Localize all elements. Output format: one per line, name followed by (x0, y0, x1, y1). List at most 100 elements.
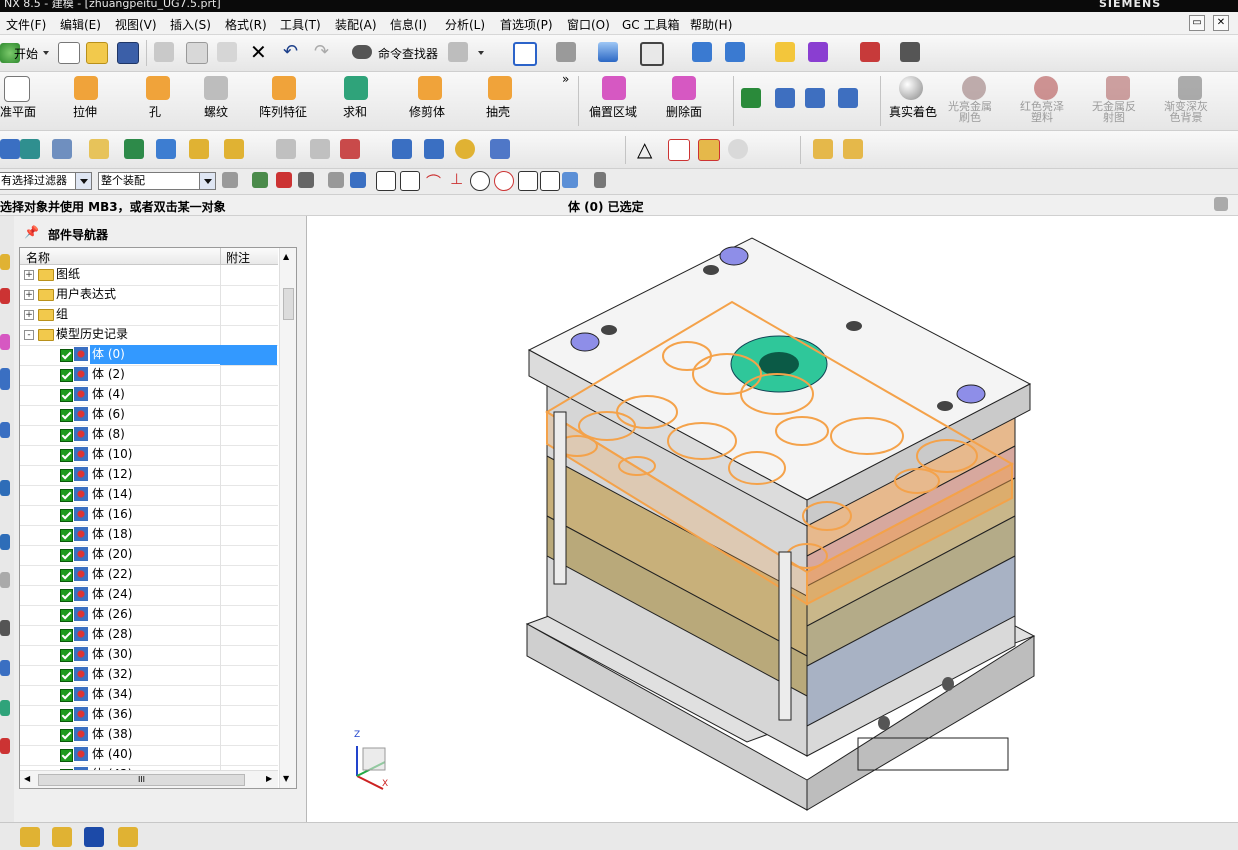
pattern-feature-button[interactable]: 阵列特征 (259, 103, 307, 120)
tree-body-row[interactable]: 体 (8) (20, 425, 278, 446)
tree-body-row[interactable]: 体 (14) (20, 485, 278, 506)
existing-point-icon[interactable] (518, 171, 538, 191)
menu-tools[interactable]: 工具(T) (280, 16, 321, 33)
shaded-cube-icon[interactable] (598, 42, 618, 62)
select-vertex-icon[interactable] (298, 172, 314, 188)
system-materials-icon[interactable] (0, 534, 10, 550)
grid-icon[interactable] (668, 139, 690, 161)
intersection-icon[interactable]: ⊥ (450, 170, 463, 188)
visibility-checkbox[interactable] (60, 349, 73, 362)
new-file-icon[interactable] (58, 42, 80, 64)
copy-icon[interactable] (186, 42, 208, 64)
show-hide-icon[interactable] (156, 139, 176, 159)
horizontal-scrollbar[interactable]: ◀ III ▶ (20, 770, 278, 788)
visibility-checkbox[interactable] (60, 449, 73, 462)
tree-body-row[interactable]: 体 (38) (20, 725, 278, 746)
open-folder-icon[interactable] (86, 42, 108, 64)
type-filter-dropdown[interactable]: 有选择过滤器 (0, 172, 92, 190)
layer-icon[interactable] (0, 139, 20, 159)
save-icon[interactable] (117, 42, 139, 64)
close-button[interactable]: ✕ (1213, 15, 1229, 31)
redo-icon[interactable]: ↷ (314, 41, 329, 62)
graphics-window[interactable]: Z X (307, 216, 1238, 822)
tree-folder-row[interactable]: + 用户表达式 (20, 285, 278, 306)
column-notes[interactable]: 附注 (226, 249, 250, 266)
new-component-icon[interactable] (52, 827, 72, 847)
chevron-down-icon[interactable] (43, 51, 49, 55)
sketch-icon[interactable] (310, 139, 330, 159)
delete-icon[interactable]: ✕ (250, 40, 267, 64)
visibility-checkbox[interactable] (60, 469, 73, 482)
visibility-checkbox[interactable] (60, 529, 73, 542)
shell-button[interactable]: 抽壳 (486, 103, 510, 120)
background-icon[interactable] (640, 42, 664, 66)
orient-view-icon[interactable] (556, 42, 576, 62)
visibility-checkbox[interactable] (60, 429, 73, 442)
tree-body-row[interactable]: 体 (18) (20, 525, 278, 546)
filter-reset-icon[interactable] (222, 172, 238, 188)
tools-icon[interactable] (490, 139, 510, 159)
visibility-checkbox[interactable] (60, 749, 73, 762)
render-style-icon[interactable] (448, 42, 468, 62)
tree-body-row[interactable]: 体 (10) (20, 445, 278, 466)
tree-body-row[interactable]: 体 (36) (20, 705, 278, 726)
tree-body-row[interactable]: 体 (4) (20, 385, 278, 406)
tree-body-row[interactable]: 体 (22) (20, 565, 278, 586)
tree-body-row[interactable]: 体 (34) (20, 685, 278, 706)
gradient-gray-button[interactable]: 渐变深灰 色背景 (1164, 101, 1208, 123)
history-icon[interactable] (0, 480, 10, 496)
visibility-checkbox[interactable] (60, 689, 73, 702)
chevron-down-icon[interactable] (75, 173, 91, 189)
add-component-icon[interactable] (20, 827, 40, 847)
chevron-down-icon[interactable] (199, 173, 215, 189)
mid-point-icon[interactable] (400, 171, 420, 191)
visibility-checkbox[interactable] (60, 369, 73, 382)
pin-icon[interactable]: 📌 (24, 225, 39, 239)
trim-body-button[interactable]: 修剪体 (409, 103, 445, 120)
measure-angle-icon[interactable] (860, 42, 880, 62)
web-browser-icon[interactable] (0, 422, 10, 438)
hole-button[interactable]: 孔 (149, 103, 161, 120)
assembly-navigator-icon[interactable] (0, 254, 10, 270)
menu-information[interactable]: 信息(I) (390, 16, 427, 33)
tree-body-row[interactable]: 体 (30) (20, 645, 278, 666)
tree-folder-row[interactable]: + 组 (20, 305, 278, 326)
expand-icon[interactable]: + (24, 270, 34, 280)
column-name[interactable]: 名称 (26, 249, 50, 266)
delete-face-button[interactable]: 删除面 (666, 103, 702, 120)
scroll-left-icon[interactable]: ◀ (24, 774, 30, 783)
menu-file[interactable]: 文件(F) (6, 16, 46, 33)
menu-gc-toolkit[interactable]: GC 工具箱 (622, 16, 680, 33)
reuse-library-icon[interactable] (0, 368, 10, 390)
layer-stack-icon[interactable] (20, 139, 40, 159)
tree-body-row[interactable]: 体 (12) (20, 465, 278, 486)
pencil-icon[interactable] (276, 139, 296, 159)
thread-button[interactable]: 螺纹 (204, 103, 228, 120)
blank-icon[interactable] (189, 139, 209, 159)
visibility-checkbox[interactable] (60, 549, 73, 562)
extrude-button[interactable]: 拉伸 (73, 103, 97, 120)
command-finder-button[interactable]: 命令查找器 (378, 45, 438, 62)
move-object-icon[interactable] (124, 139, 144, 159)
menu-window[interactable]: 窗口(O) (567, 16, 610, 33)
curve-point-icon[interactable]: ⌒ (426, 171, 441, 192)
scope-dropdown[interactable]: 整个装配 (98, 172, 216, 190)
add-table-icon[interactable] (698, 139, 720, 161)
tree-body-row[interactable]: 体 (24) (20, 585, 278, 606)
tree-body-row[interactable]: 体 (32) (20, 665, 278, 686)
cut-icon[interactable] (154, 42, 174, 62)
red-plastic-button[interactable]: 红色亮泽 塑料 (1020, 101, 1064, 123)
tree-body-row[interactable]: 体 (2) (20, 365, 278, 386)
palette-icon[interactable] (0, 700, 10, 716)
fullscreen-icon[interactable] (1214, 197, 1228, 211)
undo-icon[interactable]: ↶ (283, 41, 298, 62)
visibility-checkbox[interactable] (60, 489, 73, 502)
help-icon[interactable] (0, 738, 10, 754)
coil-icon[interactable] (424, 139, 444, 159)
scroll-right-icon[interactable]: ▶ (266, 774, 272, 783)
fit-view-icon[interactable] (513, 42, 537, 66)
paste-icon[interactable] (217, 42, 237, 62)
scroll-down-icon[interactable]: ▼ (283, 774, 289, 783)
constraint-icon[interactable] (84, 827, 104, 847)
assembly-icon[interactable] (775, 88, 795, 108)
